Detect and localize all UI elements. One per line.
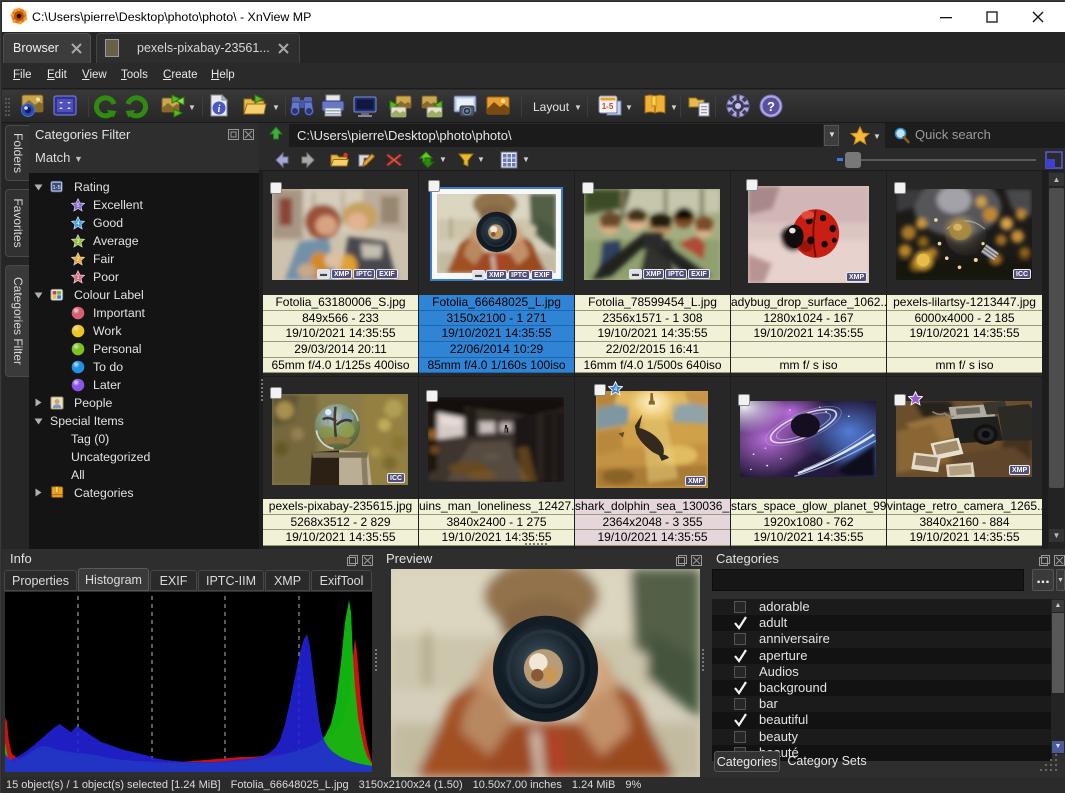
- svg-text:4: 4: [76, 221, 79, 227]
- svg-text:1: 1: [76, 275, 79, 281]
- svg-text:5: 5: [76, 203, 79, 209]
- svg-text:1-5: 1-5: [52, 185, 60, 191]
- svg-text:2: 2: [76, 257, 79, 263]
- svg-text:?: ?: [767, 99, 775, 114]
- svg-text:3: 3: [76, 239, 79, 245]
- svg-text:i: i: [218, 104, 221, 115]
- svg-text:1-5: 1-5: [602, 102, 614, 111]
